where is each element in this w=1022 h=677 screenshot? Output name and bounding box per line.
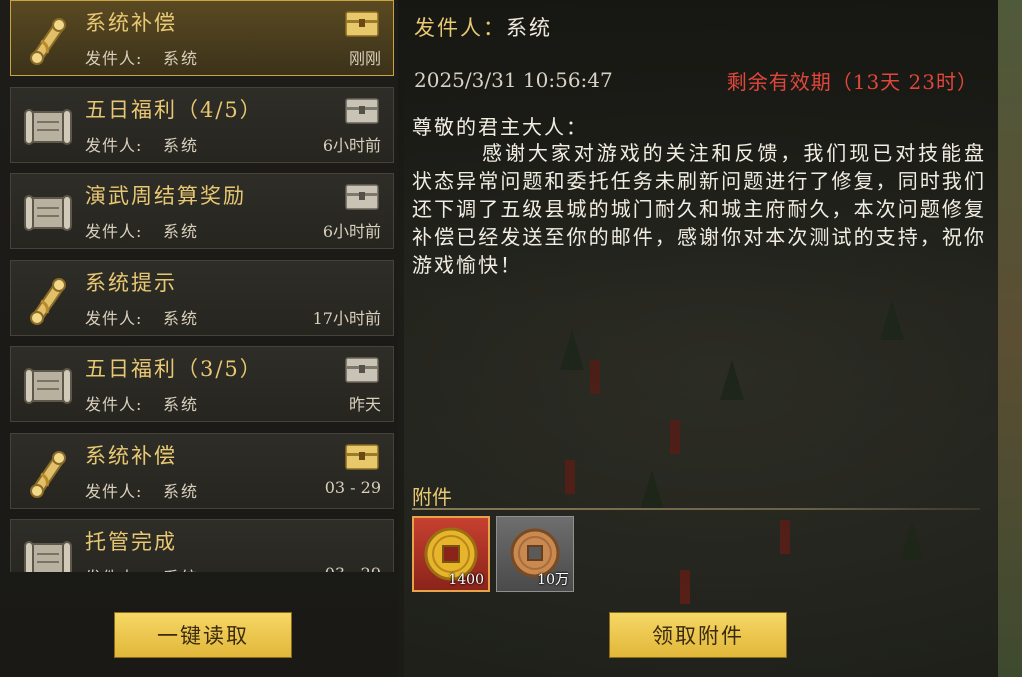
detail-sender-label: 发件人： — [414, 16, 506, 40]
attachment-gold-coin[interactable]: 1400 — [412, 516, 490, 592]
mail-sender: 系统 — [163, 308, 200, 328]
mail-list-item[interactable]: 演武周结算奖励发件人: 系统 6小时前 — [10, 173, 394, 249]
attachment-copper-coin[interactable]: 10万 — [496, 516, 574, 592]
mail-body: 感谢大家对游戏的关注和反馈，我们现已对技能盘状态异常问题和委托任务未刷新问题进行… — [412, 141, 986, 277]
mail-time: 17小时前 — [312, 308, 381, 328]
mail-sender: 系统 — [163, 395, 200, 414]
mail-title: 五日福利（3/5） — [85, 357, 263, 381]
mail-sender: 系统 — [163, 135, 200, 155]
mail-sender: 系统 — [163, 481, 200, 501]
mail-list-panel: 系统补偿 发件人: 系统 刚刚 五日福利（4/5） 发件人: 系统 6小时前 演武周结算奖励… — [0, 0, 404, 677]
mail-title: 演武周结算奖励 — [85, 184, 246, 208]
mail-sender-label: 发件人: — [85, 564, 142, 572]
mail-time: 6小时前 — [322, 135, 381, 155]
mail-time: 昨天 — [348, 395, 381, 414]
detail-sender: 系统 — [506, 16, 552, 40]
mail-sender: 系统 — [163, 564, 199, 572]
map-edge-strip — [998, 0, 1022, 677]
chest-icon — [345, 97, 379, 124]
mail-greeting: 尊敬的君主大人： — [412, 115, 588, 139]
detail-sender-line: 发件人：系统 — [414, 12, 552, 42]
read-all-button[interactable]: 一键读取 — [114, 612, 292, 658]
mail-sender: 系统 — [163, 222, 200, 241]
scroll-gold-icon — [19, 444, 75, 500]
mail-time: 刚刚 — [348, 49, 381, 68]
attachment-count: 10万 — [537, 572, 569, 588]
attachments-label: 附件 — [412, 485, 452, 509]
mail-sender-label: 发件人: — [85, 481, 143, 501]
mail-list-item[interactable]: 五日福利（3/5） 发件人: 系统 昨天 — [10, 346, 394, 422]
mail-sender-label: 发件人: — [85, 49, 143, 68]
chest-icon — [345, 357, 379, 383]
mail-title: 系统补偿 — [85, 443, 177, 468]
mail-list-item[interactable]: 系统补偿发件人: 系统 刚刚 — [10, 0, 394, 76]
scroll-grey-icon — [19, 530, 75, 572]
claim-attachments-button[interactable]: 领取附件 — [609, 612, 787, 658]
mail-sender-label: 发件人: — [85, 308, 143, 328]
mail-title: 系统补偿 — [85, 11, 177, 35]
mail-sender-label: 发件人: — [85, 222, 143, 241]
scroll-gold-icon — [19, 271, 75, 327]
scroll-gold-icon — [19, 11, 75, 67]
mail-sender-label: 发件人: — [85, 395, 143, 414]
chest-icon — [345, 443, 379, 470]
attachments-divider — [412, 508, 980, 510]
mail-sender-label: 发件人: — [85, 135, 143, 155]
mail-sender: 系统 — [163, 49, 200, 68]
mail-list-item[interactable]: 系统提示发件人: 系统 17小时前 — [10, 259, 394, 336]
mail-title: 五日福利（4/5） — [85, 97, 263, 122]
mail-date: 2025/3/31 10:56:47 — [414, 68, 613, 92]
attachment-count: 1400 — [448, 572, 484, 588]
chest-icon — [345, 184, 379, 210]
expiry-countdown: 剩余有效期（13天 23时） — [726, 70, 978, 94]
scroll-grey-icon — [19, 184, 75, 240]
mail-list-item[interactable]: 系统补偿发件人: 系统 03 - 29 — [10, 432, 394, 509]
mail-title: 系统提示 — [85, 270, 177, 295]
mail-list-item[interactable]: 托管完成发件人: 系统 03 - 29 — [10, 519, 394, 572]
scroll-grey-icon — [19, 357, 75, 413]
mail-list-item[interactable]: 五日福利（4/5） 发件人: 系统 6小时前 — [10, 86, 394, 163]
chest-icon — [345, 11, 379, 37]
mail-time: 03 - 29 — [325, 564, 381, 572]
mail-time: 6小时前 — [322, 222, 381, 241]
mail-list[interactable]: 系统补偿 发件人: 系统 刚刚 五日福利（4/5） 发件人: 系统 6小时前 演武周结算奖励… — [10, 0, 396, 572]
mail-title: 托管完成 — [85, 530, 177, 554]
scroll-grey-icon — [19, 98, 75, 154]
mail-time: 03 - 29 — [324, 477, 381, 497]
mail-detail-panel: 发件人：系统 2025/3/31 10:56:47 剩余有效期（13天 23时）… — [398, 0, 998, 677]
